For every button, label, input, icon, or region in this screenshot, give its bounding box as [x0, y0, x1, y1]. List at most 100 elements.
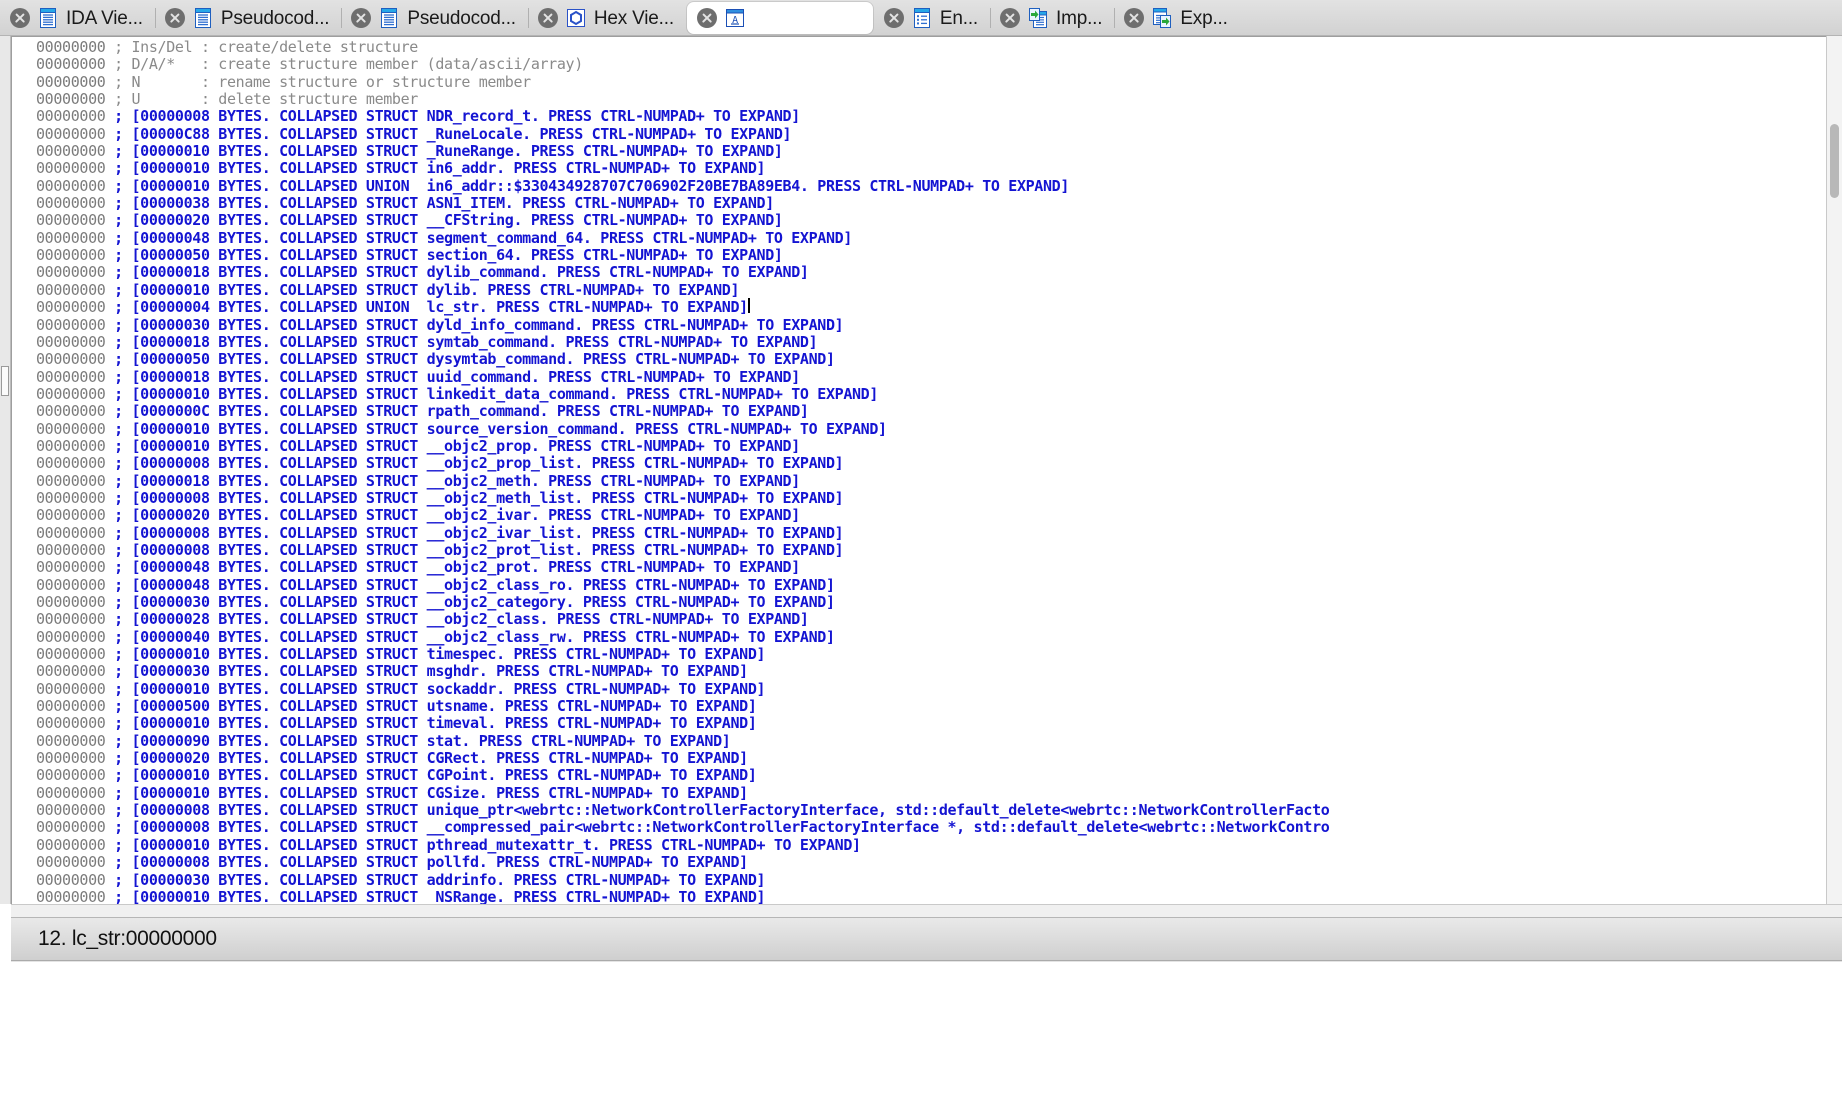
line-text: ; [00000020 BYTES. COLLAPSED STRUCT CGRe…	[114, 749, 748, 768]
line-text: ; [00000030 BYTES. COLLAPSED STRUCT __ob…	[114, 593, 835, 611]
line-address: 00000000	[36, 280, 106, 299]
tab-pseudocod[interactable]: Pseudocod...	[154, 0, 342, 35]
vertical-scrollbar[interactable]	[1826, 36, 1842, 904]
line-address: 00000000	[36, 593, 106, 611]
collapsed-struct-line[interactable]: 00000000 ; [00000010 BYTES. COLLAPSED ST…	[12, 160, 1826, 177]
collapsed-struct-line[interactable]: 00000000 ; [00000030 BYTES. COLLAPSED ST…	[12, 316, 1826, 334]
tab-imp[interactable]: Imp...	[990, 0, 1114, 35]
line-address: 00000000	[36, 332, 106, 351]
line-address: 00000000	[36, 471, 106, 490]
line-address: 00000000	[36, 350, 106, 369]
line-address: 00000000	[36, 90, 106, 109]
collapsed-struct-line[interactable]: 00000000 ; [00000048 BYTES. COLLAPSED ST…	[12, 559, 1826, 576]
tab-hex-vie[interactable]: Hex Vie...	[527, 0, 686, 35]
collapsed-struct-line[interactable]: 00000000 ; [00000010 BYTES. COLLAPSED ST…	[12, 783, 1826, 802]
collapsed-struct-line[interactable]: 00000000 ; [00000010 BYTES. COLLAPSED ST…	[12, 836, 1826, 854]
tab-ida-vie[interactable]: IDA Vie...	[0, 0, 155, 35]
navigator-rail-thumb[interactable]	[1, 366, 9, 396]
collapsed-struct-line[interactable]: 00000000 ; [00000010 BYTES. COLLAPSED ST…	[12, 767, 1826, 784]
navigator-rail[interactable]	[0, 36, 11, 904]
collapsed-struct-line[interactable]: 00000000 ; [00000008 BYTES. COLLAPSED ST…	[12, 853, 1826, 872]
close-icon[interactable]	[164, 8, 185, 28]
tab-exp[interactable]: Exp...	[1114, 0, 1239, 35]
collapsed-struct-line[interactable]: 00000000 ; [00000010 BYTES. COLLAPSED ST…	[12, 645, 1826, 663]
collapsed-struct-line[interactable]: 00000000 ; [00000010 BYTES. COLLAPSED ST…	[12, 280, 1826, 299]
tab-en[interactable]: En...	[874, 0, 990, 35]
close-icon[interactable]	[1124, 8, 1145, 28]
collapsed-struct-line[interactable]: 00000000 ; [00000018 BYTES. COLLAPSED ST…	[12, 264, 1826, 281]
collapsed-struct-line[interactable]: 00000000 ; [00000500 BYTES. COLLAPSED ST…	[12, 697, 1826, 715]
line-text: ; [00000050 BYTES. COLLAPSED STRUCT sect…	[114, 246, 783, 265]
collapsed-struct-line[interactable]: 00000000 ; [00000018 BYTES. COLLAPSED ST…	[12, 368, 1826, 386]
collapsed-struct-line[interactable]: 00000000 ; [00000050 BYTES. COLLAPSED ST…	[12, 246, 1826, 265]
line-text: ; [00000050 BYTES. COLLAPSED STRUCT dysy…	[114, 350, 835, 369]
collapsed-struct-line[interactable]: 00000000 ; [00000038 BYTES. COLLAPSED ST…	[12, 194, 1826, 212]
line-address: 00000000	[36, 107, 106, 126]
listing-comment-line[interactable]: 00000000 ; N : rename structure or struc…	[12, 73, 1826, 91]
line-text: ; [00000020 BYTES. COLLAPSED STRUCT __CF…	[114, 211, 783, 230]
line-text: ; U : delete structure member	[114, 90, 418, 109]
horizontal-scrollbar[interactable]	[11, 904, 1842, 917]
collapsed-struct-line[interactable]: 00000000 ; [00000048 BYTES. COLLAPSED ST…	[12, 229, 1826, 247]
listing-comment-line[interactable]: 00000000 ; U : delete structure member	[12, 90, 1826, 109]
collapsed-struct-line[interactable]: 00000000 ; [00000010 BYTES. COLLAPSED ST…	[12, 420, 1826, 438]
line-address: 00000000	[36, 176, 106, 195]
close-icon[interactable]	[696, 8, 717, 28]
collapsed-struct-line[interactable]: 00000000 ; [00000018 BYTES. COLLAPSED ST…	[12, 471, 1826, 490]
line-text: ; [00000048 BYTES. COLLAPSED STRUCT __ob…	[114, 558, 800, 577]
collapsed-struct-line[interactable]: 00000000 ; [0000000C BYTES. COLLAPSED ST…	[12, 403, 1826, 420]
close-icon[interactable]	[537, 8, 558, 28]
tab-label: Hex Vie...	[593, 7, 674, 29]
collapsed-struct-line[interactable]: 00000000 ; [00000010 BYTES. COLLAPSED UN…	[12, 176, 1826, 195]
collapsed-struct-line[interactable]: 00000000 ; [00000018 BYTES. COLLAPSED ST…	[12, 332, 1826, 351]
close-icon[interactable]	[351, 8, 372, 28]
collapsed-struct-line[interactable]: 00000000 ; [00000004 BYTES. COLLAPSED UN…	[12, 298, 1826, 316]
collapsed-struct-line[interactable]: 00000000 ; [00000008 BYTES. COLLAPSED ST…	[12, 523, 1826, 542]
listing-comment-line[interactable]: 00000000 ; Ins/Del : create/delete struc…	[12, 38, 1826, 56]
collapsed-struct-line[interactable]: 00000000 ; [00000028 BYTES. COLLAPSED ST…	[12, 611, 1826, 628]
collapsed-struct-line[interactable]: 00000000 ; [00000010 BYTES. COLLAPSED ST…	[12, 385, 1826, 403]
collapsed-struct-line[interactable]: 00000000 ; [00000008 BYTES. COLLAPSED ST…	[12, 819, 1826, 836]
line-text: ; [00000010 BYTES. COLLAPSED STRUCT CGSi…	[114, 783, 748, 802]
document-listing-icon	[381, 8, 398, 28]
collapsed-struct-line[interactable]: 00000000 ; [00000010 BYTES. COLLAPSED ST…	[12, 888, 1826, 904]
collapsed-struct-line[interactable]: 00000000 ; [00000020 BYTES. COLLAPSED ST…	[12, 212, 1826, 229]
collapsed-struct-line[interactable]: 00000000 ; [00000008 BYTES. COLLAPSED ST…	[12, 541, 1826, 559]
collapsed-struct-line[interactable]: 00000000 ; [00000010 BYTES. COLLAPSED ST…	[12, 142, 1826, 160]
collapsed-struct-line[interactable]: 00000000 ; [00000008 BYTES. COLLAPSED ST…	[12, 455, 1826, 472]
collapsed-struct-line[interactable]: 00000000 ; [00000090 BYTES. COLLAPSED ST…	[12, 732, 1826, 750]
close-icon[interactable]	[1000, 8, 1020, 28]
collapsed-struct-line[interactable]: 00000000 ; [00000050 BYTES. COLLAPSED ST…	[12, 351, 1826, 368]
structures-listing-body[interactable]: 00000000 ; Ins/Del : create/delete struc…	[12, 37, 1826, 904]
collapsed-struct-line[interactable]: 00000000 ; [00000030 BYTES. COLLAPSED ST…	[12, 593, 1826, 611]
structures-listing-panel[interactable]: 00000000 ; Ins/Del : create/delete struc…	[11, 36, 1826, 904]
collapsed-struct-line[interactable]: 00000000 ; [00000010 BYTES. COLLAPSED ST…	[12, 436, 1826, 455]
line-text: ; [00000030 BYTES. COLLAPSED STRUCT msgh…	[114, 662, 748, 681]
line-address: 00000000	[36, 402, 106, 421]
collapsed-struct-line[interactable]: 00000000 ; [00000010 BYTES. COLLAPSED ST…	[12, 680, 1826, 698]
collapsed-struct-line[interactable]: 00000000 ; [00000040 BYTES. COLLAPSED ST…	[12, 628, 1826, 646]
tab-label: En...	[939, 7, 978, 29]
collapsed-struct-line[interactable]: 00000000 ; [00000020 BYTES. COLLAPSED ST…	[12, 749, 1826, 768]
line-address: 00000000	[36, 436, 106, 455]
line-text: ; [00000008 BYTES. COLLAPSED STRUCT NDR_…	[114, 107, 800, 126]
tab-structures[interactable]: A	[686, 2, 873, 34]
line-address: 00000000	[36, 523, 106, 542]
collapsed-struct-line[interactable]: 00000000 ; [00000048 BYTES. COLLAPSED ST…	[12, 576, 1826, 594]
collapsed-struct-line[interactable]: 00000000 ; [00000008 BYTES. COLLAPSED ST…	[12, 801, 1826, 819]
vertical-scrollbar-thumb[interactable]	[1830, 124, 1839, 198]
collapsed-struct-line[interactable]: 00000000 ; [00000020 BYTES. COLLAPSED ST…	[12, 507, 1826, 524]
listing-comment-line[interactable]: 00000000 ; D/A/* : create structure memb…	[12, 56, 1826, 73]
close-icon[interactable]	[883, 8, 904, 28]
line-address: 00000000	[36, 853, 106, 872]
close-icon[interactable]	[10, 8, 30, 28]
tab-pseudocod[interactable]: Pseudocod...	[341, 0, 528, 35]
collapsed-struct-line[interactable]: 00000000 ; [00000008 BYTES. COLLAPSED ST…	[12, 108, 1826, 125]
collapsed-struct-line[interactable]: 00000000 ; [00000010 BYTES. COLLAPSED ST…	[12, 715, 1826, 732]
tab-bar[interactable]: IDA Vie... Pseudocod... Pseudocod... Hex Vi…	[0, 0, 1842, 36]
collapsed-struct-line[interactable]: 00000000 ; [00000030 BYTES. COLLAPSED ST…	[12, 663, 1826, 680]
structures-icon: A	[725, 9, 744, 27]
collapsed-struct-line[interactable]: 00000000 ; [00000C88 BYTES. COLLAPSED ST…	[12, 125, 1826, 143]
collapsed-struct-line[interactable]: 00000000 ; [00000008 BYTES. COLLAPSED ST…	[12, 489, 1826, 507]
collapsed-struct-line[interactable]: 00000000 ; [00000030 BYTES. COLLAPSED ST…	[12, 871, 1826, 889]
